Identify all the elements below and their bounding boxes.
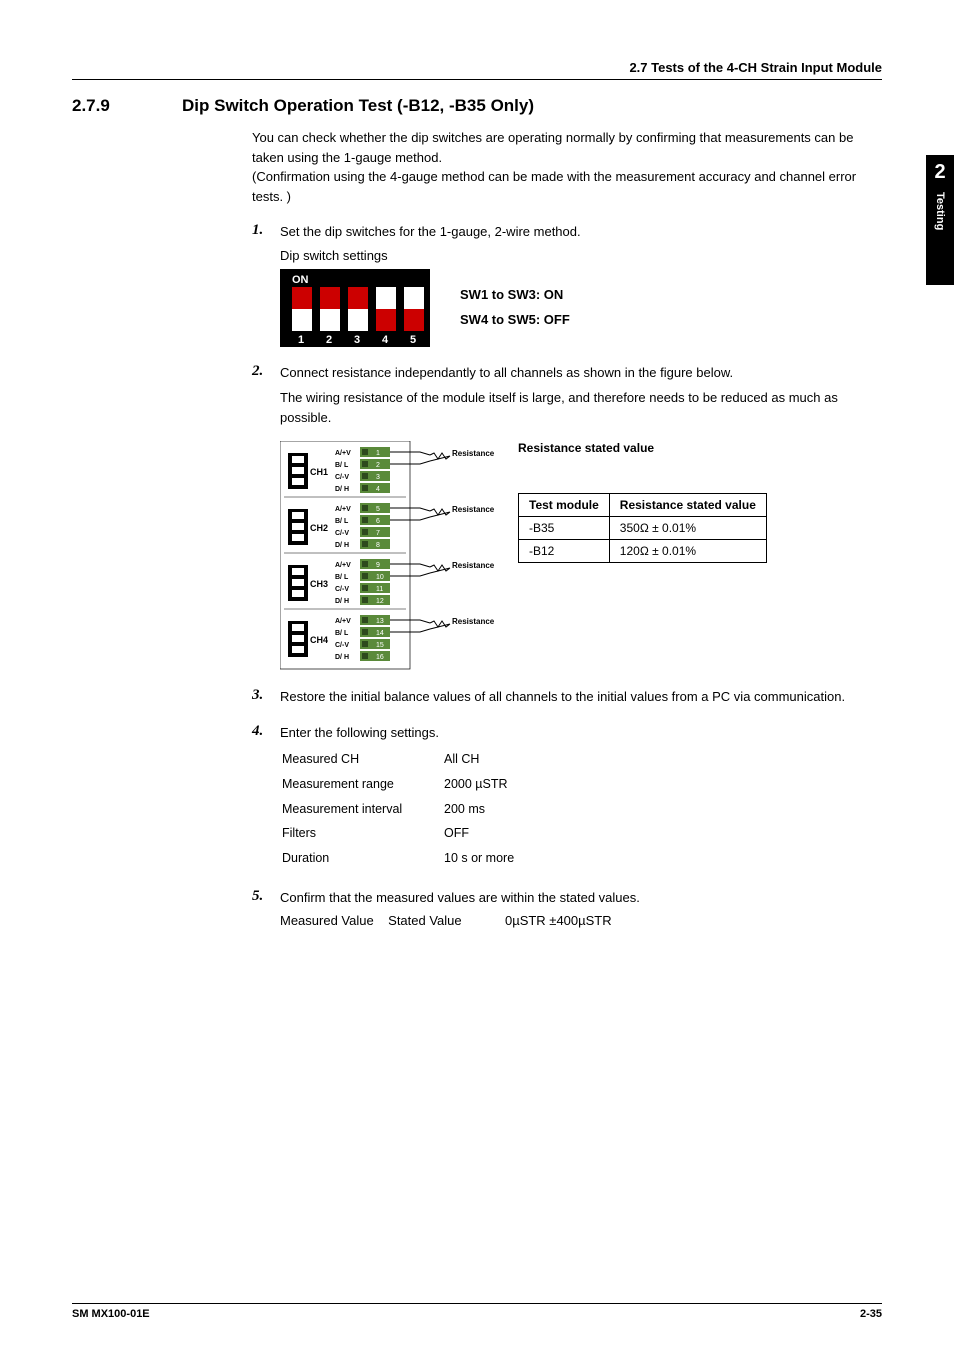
svg-text:B/ L: B/ L	[335, 630, 349, 637]
svg-text:C/-V: C/-V	[335, 474, 349, 481]
res-r2c1: -B12	[519, 540, 610, 563]
svg-text:5: 5	[376, 506, 380, 513]
section-number: 2.7.9	[72, 96, 182, 116]
svg-text:Resistance: Resistance	[452, 505, 495, 514]
svg-text:D/ H: D/ H	[335, 542, 349, 549]
step-4-num: 4.	[252, 723, 280, 872]
res-r2c2: 120Ω ± 0.01%	[609, 540, 766, 563]
svg-text:C/-V: C/-V	[335, 642, 349, 649]
svg-text:1: 1	[376, 450, 380, 457]
svg-text:D/ H: D/ H	[335, 486, 349, 493]
settings-r4v: OFF	[444, 822, 514, 845]
settings-table: Measured CHAll CH Measurement range2000 …	[280, 746, 516, 872]
svg-text:2: 2	[326, 334, 332, 346]
svg-text:C/-V: C/-V	[335, 530, 349, 537]
svg-text:6: 6	[376, 518, 380, 525]
res-r1c2: 350Ω ± 0.01%	[609, 517, 766, 540]
svg-text:15: 15	[376, 642, 384, 649]
svg-text:A/+V: A/+V	[335, 562, 351, 569]
svg-text:3: 3	[376, 474, 380, 481]
chapter-tab: 2 Testing	[926, 155, 954, 285]
step-2-num: 2.	[252, 363, 280, 428]
svg-text:CH3: CH3	[310, 579, 328, 589]
settings-r3v: 200 ms	[444, 798, 514, 821]
settings-r1k: Measured CH	[282, 748, 442, 771]
svg-text:9: 9	[376, 562, 380, 569]
svg-text:CH1: CH1	[310, 467, 328, 477]
section-title: Dip Switch Operation Test (-B12, -B35 On…	[182, 96, 534, 116]
svg-text:16: 16	[376, 654, 384, 661]
chapter-title: Testing	[934, 192, 946, 230]
dip-switch-diagram: ON 1 2 3 4 5	[280, 269, 430, 347]
settings-r2v: 2000 µSTR	[444, 773, 514, 796]
svg-text:1: 1	[298, 334, 304, 346]
step-3-text: Restore the initial balance values of al…	[280, 687, 882, 707]
svg-text:C/-V: C/-V	[335, 586, 349, 593]
step-2-text: Connect resistance independantly to all …	[280, 363, 882, 383]
svg-text:D/ H: D/ H	[335, 654, 349, 661]
intro-p1: You can check whether the dip switches a…	[252, 128, 882, 167]
dip-line2: SW4 to SW5: OFF	[460, 308, 570, 333]
resistance-table: Test module Resistance stated value -B35…	[518, 493, 767, 563]
svg-text:5: 5	[410, 334, 416, 346]
res-h1: Test module	[519, 494, 610, 517]
svg-text:4: 4	[382, 334, 389, 346]
settings-r3k: Measurement interval	[282, 798, 442, 821]
dip-on-label: ON	[292, 274, 309, 286]
footer-right: 2-35	[860, 1308, 882, 1320]
settings-r2k: Measurement range	[282, 773, 442, 796]
footer-left: SM MX100-01E	[72, 1308, 150, 1320]
dip-line1: SW1 to SW3: ON	[460, 283, 570, 308]
step-5-text: Confirm that the measured values are wit…	[280, 888, 882, 908]
dip-settings-label: Dip switch settings	[280, 248, 882, 263]
svg-text:A/+V: A/+V	[335, 450, 351, 457]
step-5-num: 5.	[252, 888, 280, 931]
res-r1c1: -B35	[519, 517, 610, 540]
chapter-number: 2	[926, 155, 954, 184]
res-h2: Resistance stated value	[609, 494, 766, 517]
res-table-caption: Resistance stated value	[518, 441, 767, 455]
svg-text:11: 11	[376, 586, 383, 593]
svg-text:10: 10	[376, 574, 384, 581]
svg-text:3: 3	[354, 334, 360, 346]
svg-text:2: 2	[376, 462, 380, 469]
settings-r5k: Duration	[282, 847, 442, 870]
svg-text:7: 7	[376, 530, 380, 537]
wiring-diagram: CH1 A/+V 1 B/ L 2 C/-V 3 D/ H 4 Resistance CH2 A/+V…	[280, 441, 500, 671]
step-2-text2: The wiring resistance of the module itse…	[280, 388, 882, 427]
svg-text:CH2: CH2	[310, 523, 328, 533]
intro-p2: (Confirmation using the 4-gauge method c…	[252, 167, 882, 206]
settings-r1v: All CH	[444, 748, 514, 771]
svg-text:A/+V: A/+V	[335, 506, 351, 513]
settings-r4k: Filters	[282, 822, 442, 845]
svg-text:B/ L: B/ L	[335, 518, 349, 525]
svg-text:Resistance: Resistance	[452, 561, 495, 570]
svg-text:Resistance: Resistance	[452, 617, 495, 626]
svg-text:A/+V: A/+V	[335, 618, 351, 625]
page-header: 2.7 Tests of the 4-CH Strain Input Modul…	[72, 60, 882, 80]
svg-text:B/ L: B/ L	[335, 574, 349, 581]
svg-text:CH4: CH4	[310, 635, 328, 645]
svg-text:8: 8	[376, 542, 380, 549]
svg-text:14: 14	[376, 630, 384, 637]
step-1-num: 1.	[252, 222, 280, 242]
step-4-text: Enter the following settings.	[280, 723, 882, 743]
settings-r5v: 10 s or more	[444, 847, 514, 870]
svg-text:D/ H: D/ H	[335, 598, 349, 605]
step-3-num: 3.	[252, 687, 280, 707]
svg-text:4: 4	[376, 486, 380, 493]
svg-text:13: 13	[376, 618, 384, 625]
step-5-line: Measured Value Stated Value 0µSTR ±400µS…	[280, 911, 882, 931]
svg-text:Resistance: Resistance	[452, 449, 495, 458]
svg-text:B/ L: B/ L	[335, 462, 349, 469]
svg-text:12: 12	[376, 598, 384, 605]
step-1-text: Set the dip switches for the 1-gauge, 2-…	[280, 222, 882, 242]
